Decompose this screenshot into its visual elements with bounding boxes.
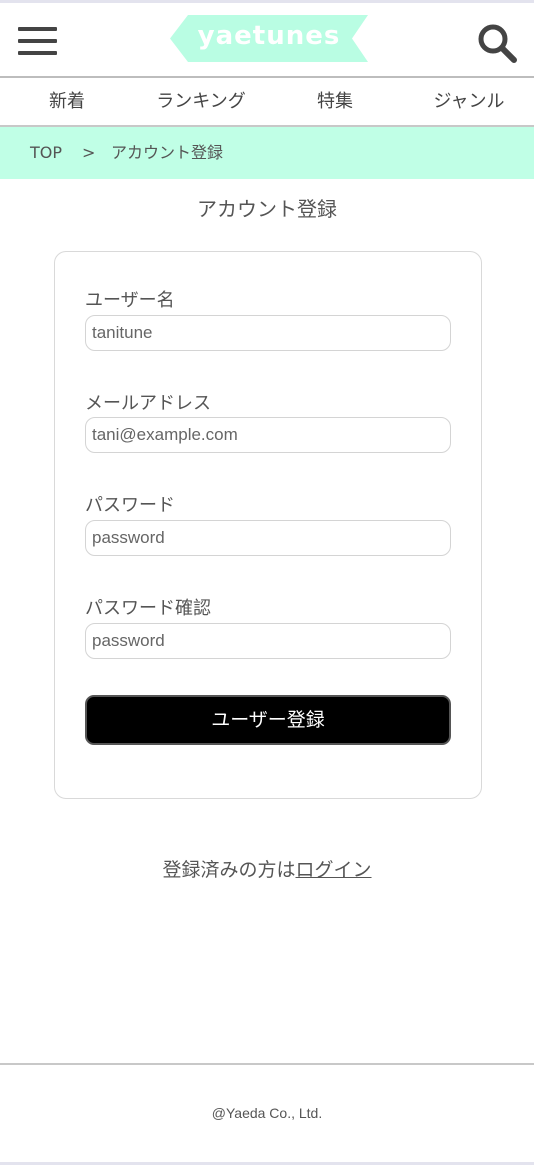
password-confirm-field[interactable]	[85, 623, 451, 659]
password-field[interactable]	[85, 520, 451, 556]
email-label: メールアドレス	[85, 393, 211, 414]
password-confirm-label: パスワード確認	[85, 598, 211, 619]
login-prompt-text: 登録済みの方は	[162, 859, 296, 881]
breadcrumb-current: アカウント登録	[111, 143, 224, 162]
hamburger-menu-icon[interactable]	[18, 27, 57, 55]
password-label: パスワード	[85, 495, 175, 516]
main-nav: 新着 ランキング 特集 ジャンル	[0, 78, 534, 127]
username-field[interactable]	[85, 315, 451, 351]
menu-bar	[18, 51, 57, 55]
login-prompt: 登録済みの方はログイン	[0, 855, 534, 882]
nav-item-genre[interactable]: ジャンル	[410, 78, 528, 125]
menu-bar	[18, 27, 57, 31]
nav-item-ranking[interactable]: ランキング	[142, 78, 260, 125]
site-header: yaetunes	[0, 3, 534, 78]
email-field[interactable]	[85, 417, 451, 453]
site-footer: @Yaeda Co., Ltd.	[0, 1063, 534, 1165]
breadcrumb-separator: >	[82, 143, 96, 162]
page-title: アカウント登録	[197, 197, 337, 221]
register-button[interactable]: ユーザー登録	[85, 695, 451, 745]
nav-item-features[interactable]: 特集	[286, 78, 384, 125]
breadcrumb-home-link[interactable]: TOP	[30, 127, 62, 179]
username-label: ユーザー名	[85, 290, 175, 311]
nav-item-new[interactable]: 新着	[18, 78, 116, 125]
search-icon[interactable]	[477, 23, 517, 63]
breadcrumb: TOP > アカウント登録	[0, 127, 534, 179]
copyright-text: @Yaeda Co., Ltd.	[211, 1105, 323, 1121]
login-link[interactable]: ログイン	[296, 859, 372, 881]
logo-text: yaetunes	[197, 21, 341, 51]
registration-form-card: ユーザー名 メールアドレス パスワード パスワード確認 ユーザー登録	[54, 251, 482, 799]
menu-bar	[18, 39, 57, 43]
site-logo[interactable]: yaetunes	[170, 15, 368, 62]
